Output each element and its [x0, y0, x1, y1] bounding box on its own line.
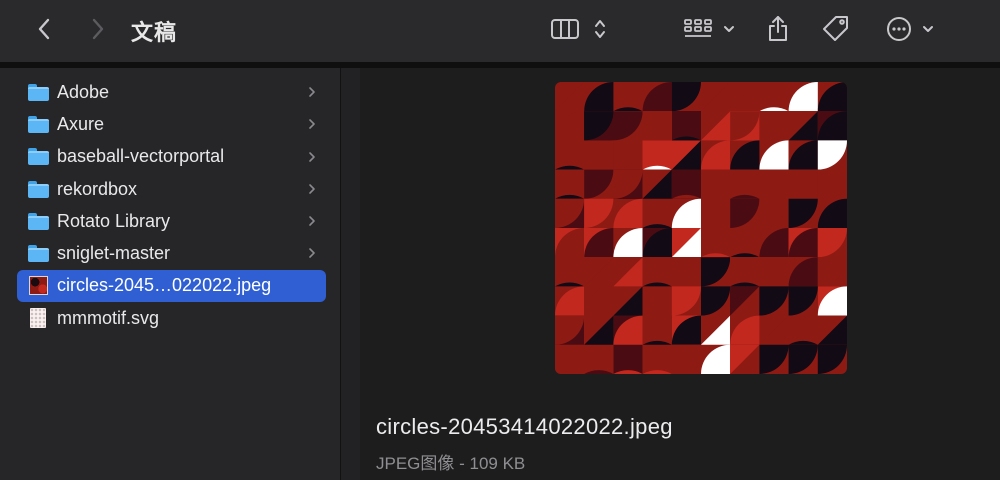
- file-row-folder[interactable]: sniglet-master: [17, 237, 326, 269]
- group-button[interactable]: [678, 9, 740, 49]
- file-row-folder[interactable]: Adobe: [17, 76, 326, 108]
- file-row-svg[interactable]: mmmotif.svg: [17, 302, 326, 334]
- folder-icon: [27, 210, 49, 232]
- folder-icon: [27, 178, 49, 200]
- preview-file-info: JPEG图像 - 109 KB: [376, 454, 526, 473]
- folder-icon: [27, 146, 49, 168]
- file-name: Adobe: [57, 81, 110, 102]
- circles-pattern-image: [555, 82, 847, 374]
- toolbar: 文稿: [0, 0, 1000, 62]
- image-preview[interactable]: [555, 82, 847, 374]
- folder-icon: [27, 113, 49, 135]
- file-name: baseball-vectorportal: [57, 146, 225, 167]
- tag-icon: [823, 16, 848, 41]
- column-divider[interactable]: [340, 68, 360, 480]
- forward-button[interactable]: [80, 9, 116, 49]
- image-thumbnail-icon: [27, 275, 49, 297]
- folder-icon: [27, 243, 49, 265]
- columns-view-icon: [551, 19, 579, 39]
- chevron-right-icon: [308, 85, 316, 103]
- tag-button[interactable]: [816, 9, 856, 49]
- window-title: 文稿: [131, 20, 178, 45]
- file-column: Adobe Axure baseball-vectorportal rekordbox…: [0, 68, 340, 480]
- back-button[interactable]: [26, 9, 62, 49]
- file-name: Axure: [57, 113, 105, 134]
- file-name: circles-2045…022022.jpeg: [57, 275, 272, 296]
- file-row-folder[interactable]: baseball-vectorportal: [17, 141, 326, 173]
- chevron-down-icon: [923, 26, 933, 32]
- share-icon: [769, 16, 787, 41]
- view-mode-button[interactable]: [545, 9, 611, 49]
- chevron-right-icon: [92, 18, 104, 40]
- share-button[interactable]: [760, 9, 796, 49]
- grid-group-icon: [684, 19, 712, 37]
- file-row-folder[interactable]: rekordbox: [17, 173, 326, 205]
- file-list: Adobe Axure baseball-vectorportal rekordbox…: [17, 76, 326, 334]
- chevron-down-icon: [724, 26, 734, 32]
- chevron-left-icon: [38, 18, 50, 40]
- file-name: rekordbox: [57, 178, 138, 199]
- file-row-folder[interactable]: Axure: [17, 108, 326, 140]
- file-row-jpeg[interactable]: circles-2045…022022.jpeg: [17, 269, 326, 303]
- chevron-right-icon: [308, 117, 316, 135]
- file-name: Rotato Library: [57, 210, 171, 231]
- folder-icon: [27, 81, 49, 103]
- preview-filename: circles-20453414022022.jpeg: [376, 414, 673, 439]
- file-row-folder[interactable]: Rotato Library: [17, 205, 326, 237]
- file-name: sniglet-master: [57, 243, 171, 264]
- chevron-right-icon: [308, 214, 316, 232]
- chevron-right-icon: [308, 150, 316, 168]
- svg-file-icon: [27, 307, 49, 329]
- ellipsis-circle-icon: [887, 17, 911, 41]
- up-down-chevron-icon: [595, 20, 605, 38]
- more-actions-button[interactable]: [880, 9, 940, 49]
- chevron-right-icon: [308, 182, 316, 200]
- file-name: mmmotif.svg: [57, 307, 160, 328]
- chevron-right-icon: [308, 246, 316, 264]
